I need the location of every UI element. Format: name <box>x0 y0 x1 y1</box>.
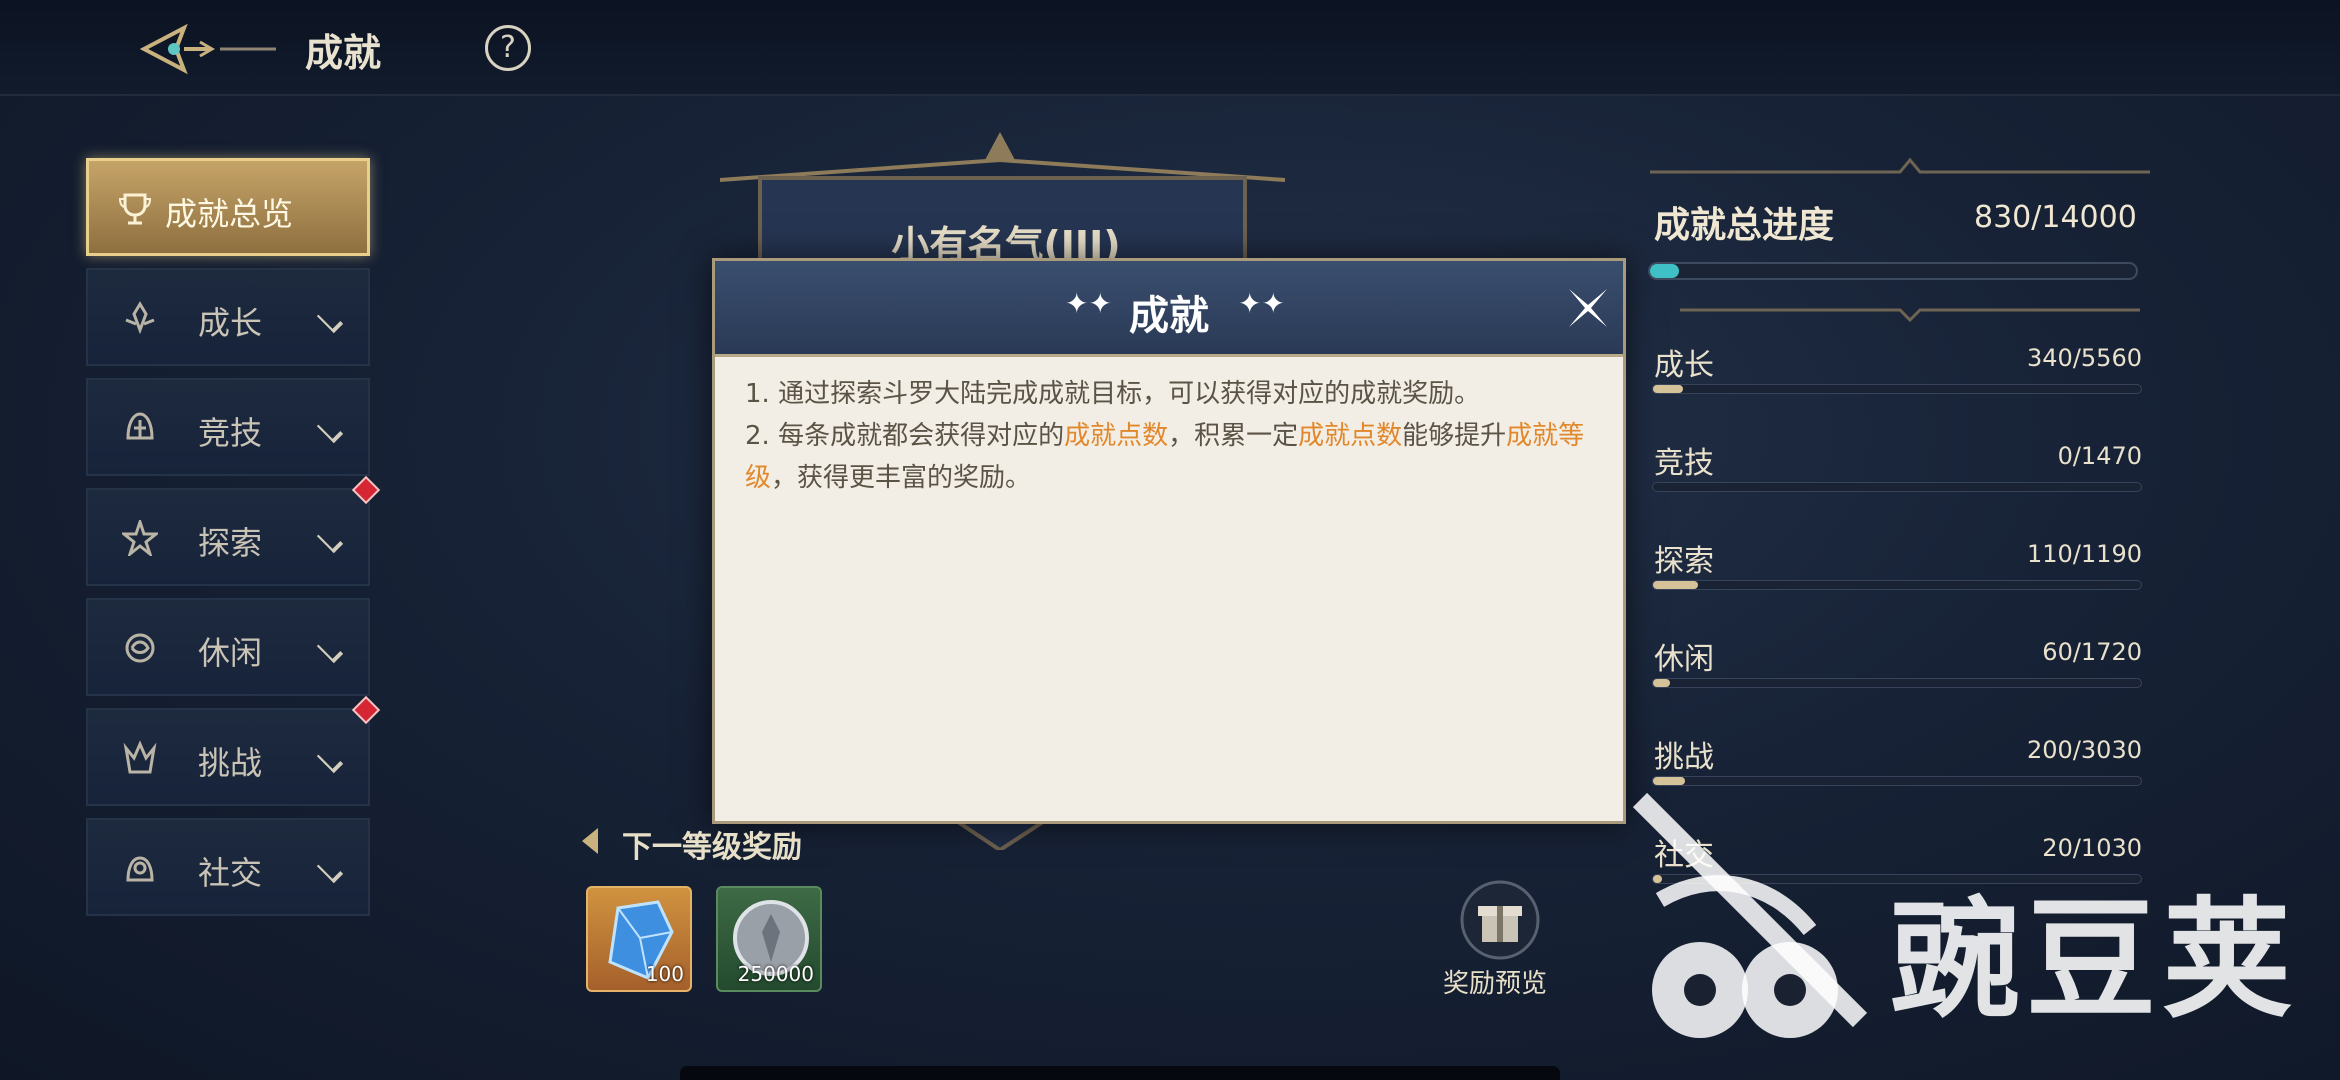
reward-count: 100 <box>645 962 684 986</box>
reward-item-coin[interactable]: 250000 <box>716 886 822 992</box>
info-dialog: ✦✦ 成就 ✦✦ 1. 通过探索斗罗大陆完成成就目标，可以获得对应的成就奖励。 … <box>712 258 1626 824</box>
category-progress-row: 休闲 60/1720 <box>1652 634 2142 694</box>
category-name: 竞技 <box>1654 446 1714 481</box>
category-sidebar: 成就总览 成长 竞技 探索 休闲 挑战 社交 <box>86 158 381 928</box>
page-title: 成就 <box>305 31 382 75</box>
category-progress-row: 探索 110/1190 <box>1652 536 2142 596</box>
compass-star-icon <box>119 517 161 559</box>
helmet-icon <box>122 410 158 446</box>
gift-box-icon <box>1460 880 1540 960</box>
watermark-text: 豌豆荚 <box>1890 884 2299 1036</box>
category-progress-bar <box>1652 776 2142 786</box>
notification-badge <box>351 695 381 725</box>
reward-preview-label: 奖励预览 <box>1443 969 1548 999</box>
category-name: 探索 <box>1654 544 1714 579</box>
reward-count: 250000 <box>737 962 814 986</box>
chevron-down-icon <box>316 306 344 334</box>
text-segment: 2. 每条成就都会获得对应的 <box>745 421 1065 451</box>
help-button[interactable]: ? <box>485 25 531 71</box>
sprout-icon <box>122 300 158 336</box>
overall-progress-label: 成就总进度 <box>1654 205 1835 246</box>
trophy-icon <box>117 191 153 227</box>
section-marker-icon <box>582 828 598 854</box>
category-progress-fill <box>1653 385 1683 393</box>
overall-progress-value: 830/14000 <box>1974 200 2137 235</box>
next-level-reward-title: 下一等级奖励 <box>622 830 802 865</box>
category-progress-bar <box>1652 678 2142 688</box>
handshake-icon <box>122 850 158 886</box>
text-segment: 能够提升 <box>1402 421 1507 451</box>
bottom-edge-bar <box>680 1066 1560 1080</box>
sidebar-item-explore[interactable]: 探索 <box>86 475 381 586</box>
sidebar-item-growth[interactable]: 成长 <box>86 268 370 366</box>
category-progress-bar <box>1652 580 2142 590</box>
dialog-line-2: 2. 每条成就都会获得对应的成就点数，积累一定成就点数能够提升成就等级，获得更丰… <box>745 415 1595 499</box>
question-circle-icon: ? <box>500 30 516 65</box>
chevron-down-icon <box>316 856 344 884</box>
flame-crest-icon <box>122 740 158 776</box>
reward-item-crystal[interactable]: 100 <box>586 886 692 992</box>
text-segment: ，积累一定 <box>1168 421 1299 451</box>
overall-progress-bar <box>1648 262 2138 280</box>
sidebar-item-label: 休闲 <box>198 634 263 672</box>
category-name: 社交 <box>1654 838 1714 873</box>
category-progress-fill <box>1653 679 1671 687</box>
category-progress-row: 成长 340/5560 <box>1652 340 2142 400</box>
notification-badge <box>351 475 381 505</box>
category-value: 340/5560 <box>2027 344 2142 372</box>
top-bar: 成就 ? <box>0 0 2340 96</box>
sidebar-item-label: 挑战 <box>198 744 263 782</box>
sidebar-item-label: 竞技 <box>198 414 263 452</box>
dialog-title: 成就 <box>1129 293 1209 339</box>
dialog-header: ✦✦ 成就 ✦✦ <box>715 261 1623 357</box>
close-icon <box>1569 289 1607 327</box>
leisure-icon <box>122 630 158 666</box>
sidebar-item-social[interactable]: 社交 <box>86 818 370 916</box>
text-segment: ，获得更丰富的奖励。 <box>771 463 1032 493</box>
category-progress-row: 挑战 200/3030 <box>1652 732 2142 792</box>
category-value: 110/1190 <box>2027 540 2142 568</box>
sidebar-item-leisure[interactable]: 休闲 <box>86 598 370 696</box>
chevron-down-icon <box>316 416 344 444</box>
category-progress-bar <box>1652 384 2142 394</box>
dialog-body: 1. 通过探索斗罗大陆完成成就目标，可以获得对应的成就奖励。 2. 每条成就都会… <box>745 373 1595 499</box>
category-value: 200/3030 <box>2027 736 2142 764</box>
overall-progress-fill <box>1650 264 1679 278</box>
category-progress-fill <box>1653 875 1663 883</box>
close-button[interactable] <box>1563 283 1613 333</box>
sidebar-item-overview[interactable]: 成就总览 <box>86 158 370 256</box>
chevron-down-icon <box>316 746 344 774</box>
ornate-back-arrow-icon <box>139 23 276 75</box>
category-progress-bar <box>1652 482 2142 492</box>
back-button[interactable] <box>139 18 280 80</box>
sidebar-item-label: 成长 <box>198 304 263 342</box>
category-value: 0/1470 <box>2057 442 2142 470</box>
category-progress-fill <box>1653 777 1686 785</box>
dialog-line-1: 1. 通过探索斗罗大陆完成成就目标，可以获得对应的成就奖励。 <box>745 379 1481 409</box>
category-name: 休闲 <box>1654 642 1714 677</box>
sidebar-item-label: 社交 <box>198 854 263 892</box>
category-progress-fill <box>1653 581 1698 589</box>
highlight-text: 成就点数 <box>1298 421 1403 451</box>
chevron-down-icon <box>316 636 344 664</box>
category-value: 60/1720 <box>2042 638 2142 666</box>
category-name: 成长 <box>1654 348 1714 383</box>
sidebar-item-label: 成就总览 <box>165 195 294 233</box>
category-name: 挑战 <box>1654 740 1714 775</box>
sidebar-item-challenge[interactable]: 挑战 <box>86 695 381 806</box>
category-progress-row: 竞技 0/1470 <box>1652 438 2142 498</box>
chevron-down-icon <box>316 526 344 554</box>
sparkle-icon: ✦✦ <box>1238 287 1285 320</box>
sidebar-item-competition[interactable]: 竞技 <box>86 378 370 476</box>
highlight-text: 成就点数 <box>1064 421 1169 451</box>
sidebar-item-label: 探索 <box>198 524 263 562</box>
